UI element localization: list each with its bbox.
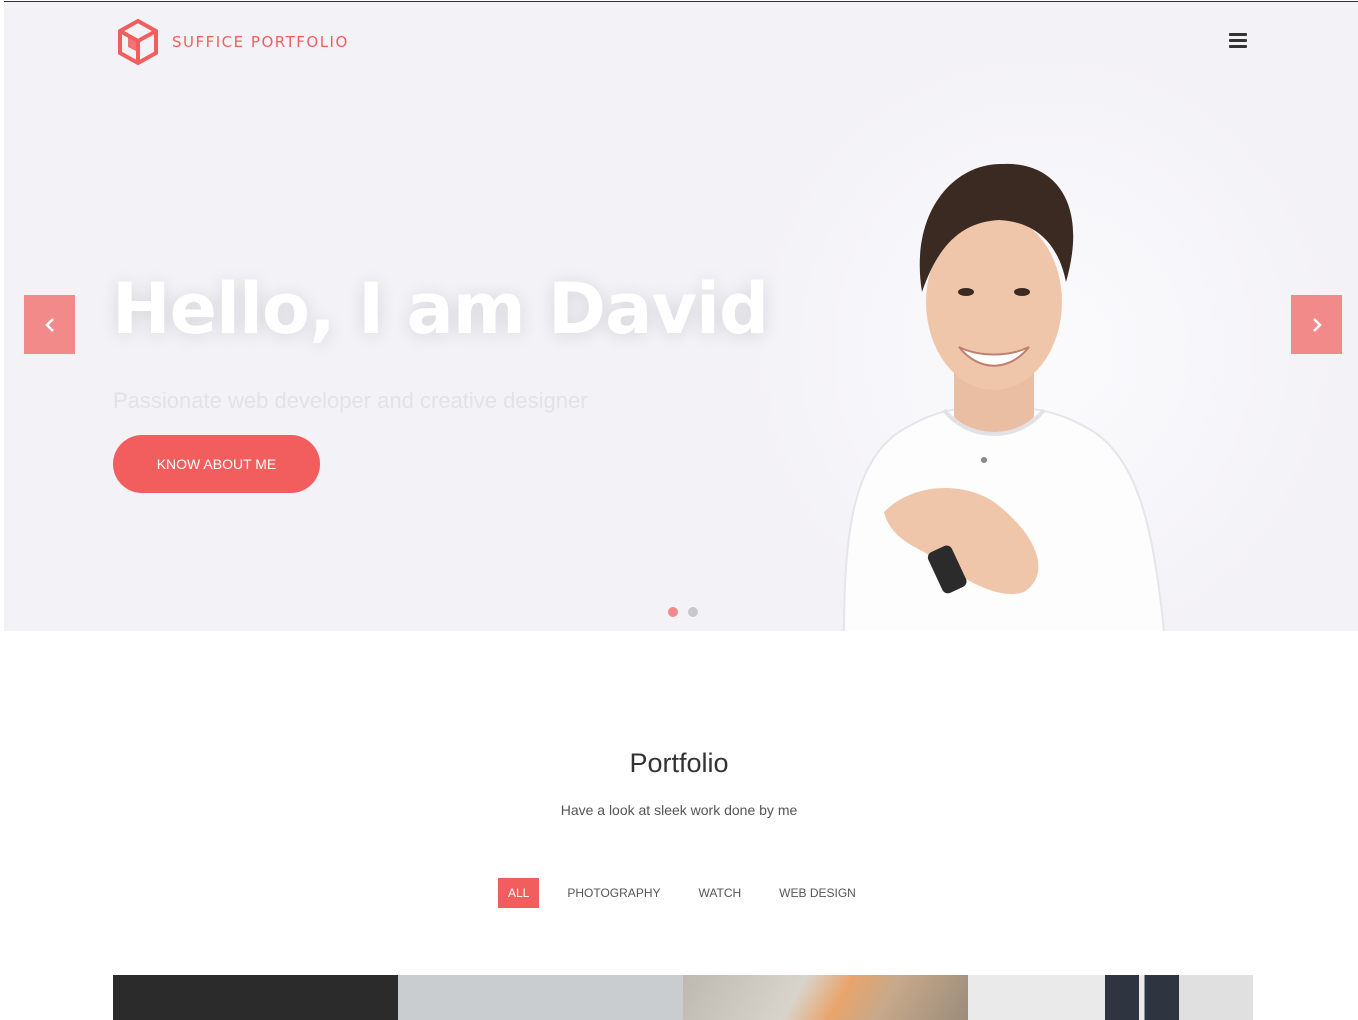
- site-logo[interactable]: SUFFICE PORTFOLIO: [116, 19, 349, 65]
- filter-watch[interactable]: WATCH: [689, 878, 752, 908]
- know-about-me-button[interactable]: KNOW ABOUT ME: [113, 435, 320, 493]
- filter-all[interactable]: ALL: [498, 878, 540, 908]
- portfolio-gallery: [113, 975, 1253, 1020]
- site-title-part2: PORTFOLIO: [250, 33, 349, 51]
- hero-subtitle: Passionate web developer and creative de…: [113, 388, 588, 413]
- hero-title: Hello, I am David: [112, 268, 769, 350]
- cube-logo-icon: [118, 19, 158, 65]
- slider-pagination: [668, 607, 698, 617]
- portfolio-item[interactable]: [683, 975, 968, 1020]
- filter-web-design[interactable]: WEB DESIGN: [769, 878, 866, 908]
- chevron-right-icon: [1312, 317, 1322, 332]
- slider-next-button[interactable]: [1291, 295, 1342, 354]
- hero-slider: SUFFICE PORTFOLIO Hello, I am David Pass…: [4, 1, 1358, 631]
- site-title-part1: SUFFICE: [172, 33, 245, 51]
- chevron-left-icon: [44, 317, 54, 332]
- slider-dot-1[interactable]: [668, 607, 678, 617]
- portfolio-filters: ALL PHOTOGRAPHY WATCH WEB DESIGN: [498, 878, 884, 908]
- slider-dot-2[interactable]: [688, 607, 698, 617]
- portfolio-subtitle: Have a look at sleek work done by me: [560, 802, 798, 818]
- site-title: SUFFICE PORTFOLIO: [172, 33, 349, 51]
- portfolio-item[interactable]: [398, 975, 683, 1020]
- portfolio-item[interactable]: [968, 975, 1253, 1020]
- hero-person-image: [843, 163, 1165, 631]
- portfolio-item[interactable]: [113, 975, 398, 1020]
- portfolio-title: Portfolio: [629, 748, 729, 778]
- slider-prev-button[interactable]: [24, 295, 75, 354]
- hamburger-icon[interactable]: [1229, 33, 1247, 49]
- filter-photography[interactable]: PHOTOGRAPHY: [557, 878, 670, 908]
